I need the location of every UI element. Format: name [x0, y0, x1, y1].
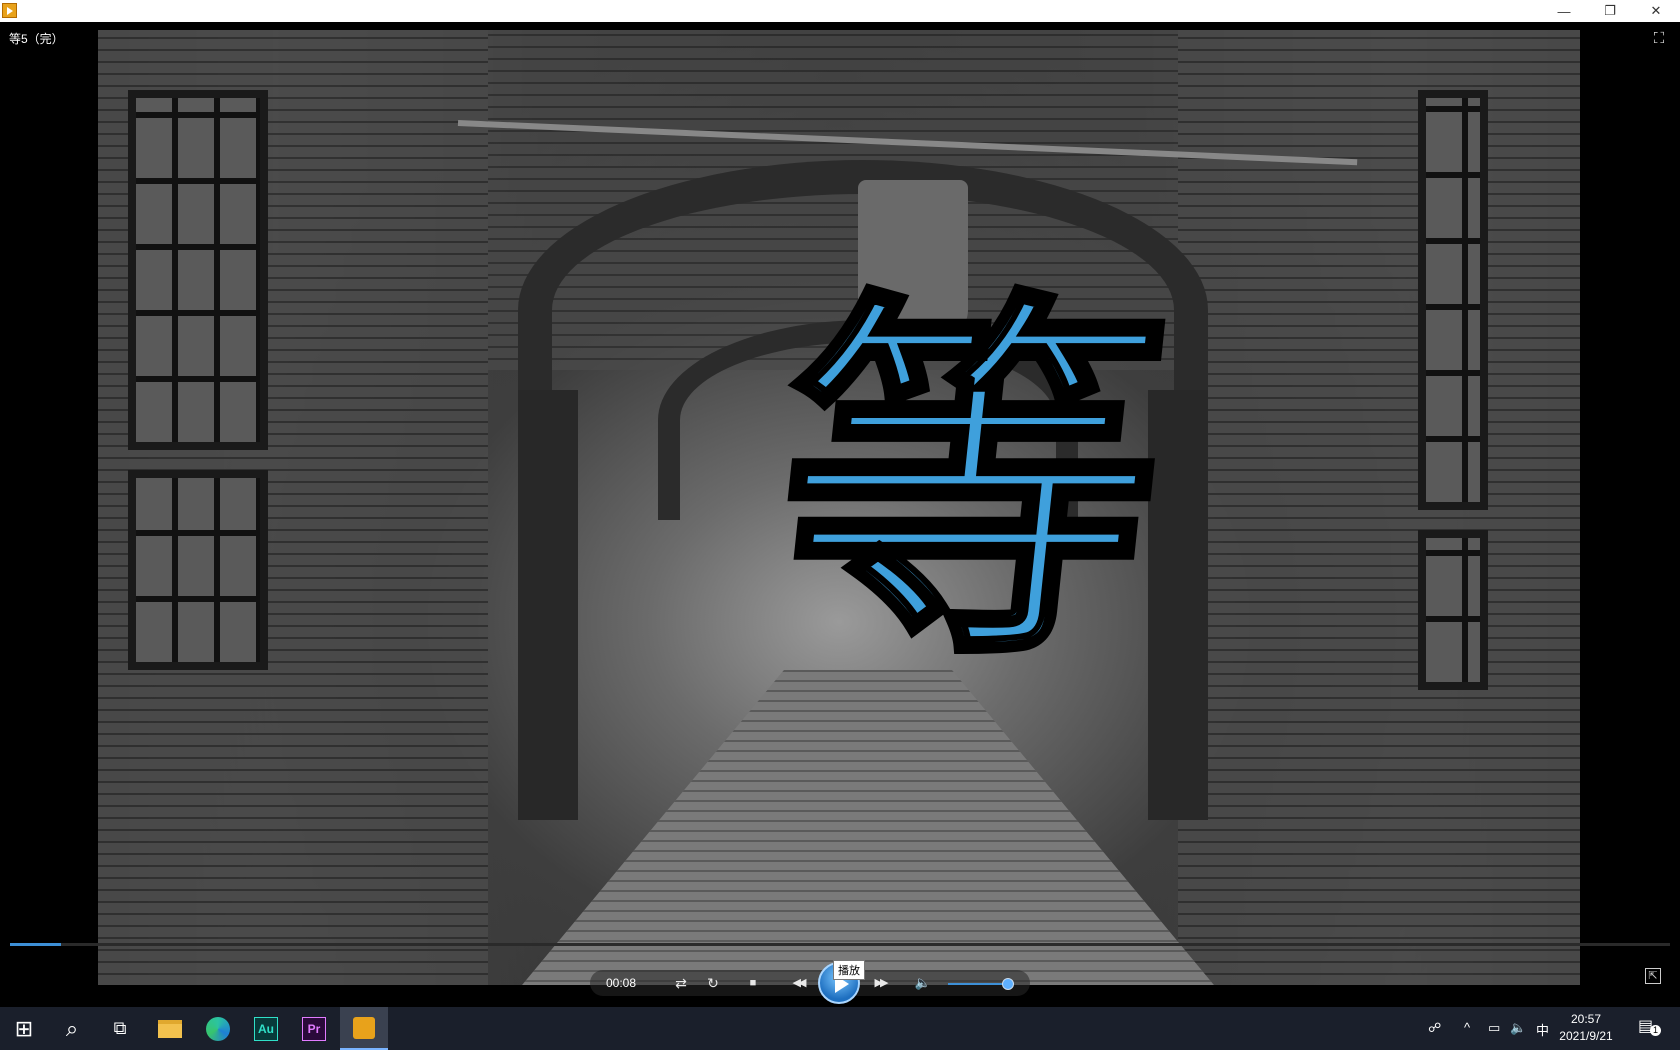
title-bar: — ❐ ✕	[0, 0, 1680, 22]
taskbar-app-edge[interactable]	[194, 1007, 242, 1050]
notification-badge: 1	[1650, 1025, 1661, 1036]
clock-date: 2021/9/21	[1559, 1029, 1613, 1043]
volume-icon[interactable]: 🔈	[912, 972, 934, 994]
restore-button[interactable]: ❐	[1587, 0, 1633, 22]
reload-icon[interactable]: ↻	[702, 972, 724, 994]
edge-browser-icon	[206, 1016, 230, 1041]
repeat-icon[interactable]: ⇄	[670, 972, 692, 994]
task-view-icon: ⧉	[113, 1018, 127, 1038]
speaker-icon[interactable]: 🔈	[1510, 1020, 1526, 1036]
clock[interactable]: 20:57 2021/9/21	[1546, 1011, 1626, 1045]
forward-button[interactable]: ▶▶	[866, 972, 894, 994]
left-window-lower	[128, 470, 268, 670]
stop-button[interactable]: ■	[742, 972, 764, 994]
people-icon[interactable]: ☍	[1428, 1020, 1441, 1036]
premiere-icon: Pr	[302, 1016, 326, 1041]
network-icon[interactable]: ▭	[1488, 1020, 1500, 1036]
overlay-character: 等	[754, 259, 1187, 708]
clock-time: 20:57	[1570, 1012, 1602, 1026]
search-button[interactable]: ⌕	[48, 1007, 96, 1050]
windows-logo-icon: ⊞	[14, 1015, 34, 1041]
folder-icon	[158, 1019, 182, 1038]
video-stage[interactable]: 等	[0, 22, 1680, 1007]
minimize-button[interactable]: —	[1541, 0, 1587, 22]
current-time: 00:08	[606, 976, 637, 990]
mini-mode-icon[interactable]: ⇱	[1645, 968, 1661, 984]
seek-bar-fill	[10, 943, 62, 946]
left-pillar	[518, 390, 578, 820]
search-icon: ⌕	[65, 1015, 79, 1041]
start-button[interactable]: ⊞	[0, 1007, 48, 1050]
app-icon	[2, 3, 17, 18]
right-window-upper	[1418, 90, 1488, 510]
volume-slider-thumb[interactable]	[1001, 978, 1014, 990]
taskbar-app-premiere[interactable]: Pr	[290, 1007, 338, 1050]
taskbar-app-audition[interactable]: Au	[242, 1007, 290, 1050]
seek-bar[interactable]	[10, 943, 1670, 946]
taskbar-app-media-player[interactable]	[340, 1007, 388, 1050]
cobblestone-path	[518, 670, 1218, 985]
left-window-upper	[128, 90, 268, 450]
taskbar-app-file-explorer[interactable]	[146, 1007, 194, 1050]
tray-chevron-icon[interactable]: ^	[1464, 1020, 1470, 1035]
fullscreen-toggle-icon[interactable]: ⛶	[1650, 30, 1668, 48]
audition-icon: Au	[254, 1016, 278, 1041]
task-view-button[interactable]: ⧉	[96, 1007, 144, 1050]
video-title: 等5（完）	[9, 32, 64, 46]
right-window-lower	[1418, 530, 1488, 690]
media-player-icon	[353, 1016, 375, 1039]
rewind-button[interactable]: ◀◀	[784, 972, 812, 994]
close-button[interactable]: ✕	[1633, 0, 1679, 22]
notification-center-button[interactable]: ▤ 1	[1638, 1016, 1662, 1038]
right-brick-wall	[1178, 30, 1580, 985]
play-tooltip: 播放	[833, 960, 865, 980]
